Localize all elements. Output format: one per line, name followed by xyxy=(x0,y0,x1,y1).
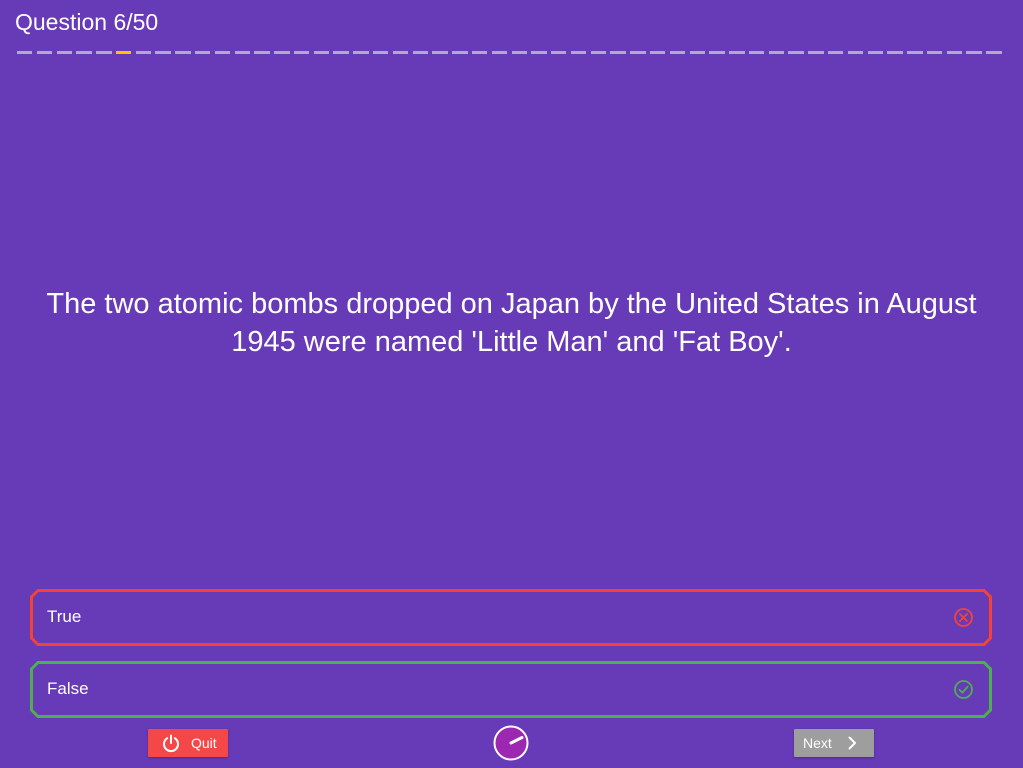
progress-segment xyxy=(412,51,429,54)
progress-segment xyxy=(748,51,765,54)
progress-segment xyxy=(254,51,270,54)
progress-segment xyxy=(649,51,666,54)
progress-segment xyxy=(392,51,409,54)
progress-segment xyxy=(135,51,152,54)
progress-segment xyxy=(195,51,211,54)
progress-segment xyxy=(471,51,488,54)
progress-segment xyxy=(432,51,448,54)
quit-button[interactable]: Quit xyxy=(148,729,228,757)
quit-label: Quit xyxy=(191,735,217,751)
check-circle-icon xyxy=(953,679,974,700)
progress-segment xyxy=(56,51,72,54)
answer-label: True xyxy=(47,607,82,626)
progress-segment xyxy=(36,51,53,54)
progress-segment xyxy=(867,51,883,54)
question-progress-bar xyxy=(17,51,1006,55)
chevron-right-icon xyxy=(844,735,860,751)
progress-segment xyxy=(768,51,785,54)
timer-dial-icon xyxy=(493,725,529,761)
progress-segment xyxy=(96,51,112,54)
progress-segment xyxy=(155,51,171,54)
progress-segment xyxy=(729,51,745,54)
progress-segment xyxy=(808,51,824,54)
progress-segment xyxy=(610,51,626,54)
progress-segment xyxy=(175,51,191,54)
quiz-screen: Question 6/50 The two atomic bombs dropp… xyxy=(0,0,1023,768)
progress-segment xyxy=(926,51,943,54)
question-counter: Question 6/50 xyxy=(15,9,159,35)
progress-segment xyxy=(630,51,646,54)
progress-segment xyxy=(313,51,330,54)
progress-segment xyxy=(669,51,686,54)
progress-segment xyxy=(847,51,864,54)
progress-segment-current xyxy=(115,51,132,54)
progress-segment xyxy=(986,51,1002,54)
progress-segment xyxy=(333,51,349,54)
progress-segment xyxy=(966,51,982,54)
question-text: The two atomic bombs dropped on Japan by… xyxy=(46,288,977,358)
progress-segment xyxy=(373,51,389,54)
next-label: Next xyxy=(803,735,832,751)
progress-segment xyxy=(827,51,844,54)
answer-option-true[interactable]: True xyxy=(30,589,992,646)
next-button[interactable]: Next xyxy=(794,729,874,757)
answer-frame xyxy=(30,661,992,718)
progress-segment xyxy=(274,51,290,54)
progress-segment xyxy=(491,51,508,54)
progress-segment xyxy=(788,51,804,54)
progress-segment xyxy=(353,51,369,54)
progress-segment xyxy=(531,51,547,54)
progress-segment xyxy=(76,51,92,54)
progress-segment xyxy=(214,51,231,54)
power-icon xyxy=(161,733,181,753)
progress-segment xyxy=(907,51,923,54)
cross-circle-icon xyxy=(953,607,974,628)
answer-label: False xyxy=(47,679,89,698)
progress-segment xyxy=(234,51,250,54)
progress-segment xyxy=(709,51,725,54)
progress-segment xyxy=(452,51,468,54)
progress-segment xyxy=(511,51,527,54)
progress-segment xyxy=(551,51,567,54)
progress-segment xyxy=(887,51,903,54)
progress-segment xyxy=(293,51,310,54)
progress-segment xyxy=(590,51,607,54)
progress-segment xyxy=(570,51,587,54)
answer-option-false[interactable]: False xyxy=(30,661,992,718)
progress-segment xyxy=(689,51,705,54)
progress-segment xyxy=(17,51,33,54)
progress-segment xyxy=(946,51,963,54)
answer-frame xyxy=(30,589,992,646)
